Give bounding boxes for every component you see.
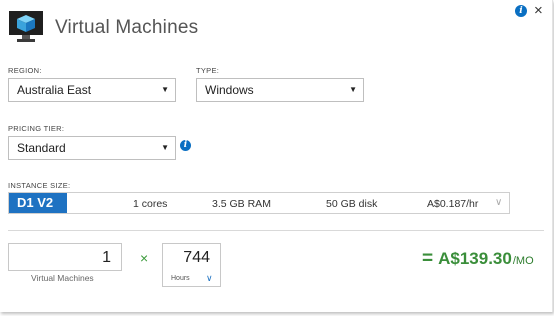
chevron-down-icon: ∨: [495, 197, 503, 208]
vm-count-label: Virtual Machines: [31, 273, 94, 283]
vm-count-input[interactable]: 1: [8, 243, 122, 271]
instance-disk: 50 GB disk: [326, 198, 378, 210]
dropdown-arrow-icon: ▼: [161, 85, 169, 94]
total-unit: /MO: [512, 255, 534, 267]
close-icon[interactable]: ×: [534, 3, 543, 19]
instance-cores: 1 cores: [133, 198, 168, 210]
vm-count-value: 1: [102, 249, 111, 266]
pricing-tier-value: Standard: [17, 141, 66, 155]
dropdown-arrow-icon: ▼: [349, 85, 357, 94]
pricing-tier-label: PRICING TIER:: [8, 124, 65, 133]
instance-name: D1 V2: [9, 193, 67, 213]
type-value: Windows: [205, 83, 254, 97]
instance-size-select[interactable]: D1 V2 1 cores 3.5 GB RAM 50 GB disk A$0.…: [8, 192, 510, 214]
calculator-panel: Virtual Machines i × REGION: Australia E…: [0, 0, 553, 312]
instance-ram: 3.5 GB RAM: [212, 198, 271, 210]
instance-price: A$0.187/hr: [427, 198, 479, 210]
hours-input[interactable]: 744 Hours ∨: [162, 243, 221, 287]
type-select[interactable]: Windows ▼: [196, 78, 364, 102]
pricing-tier-select[interactable]: Standard ▼: [8, 136, 176, 160]
page-title: Virtual Machines: [55, 17, 199, 38]
dropdown-arrow-icon: ▼: [161, 143, 169, 152]
region-label: REGION:: [8, 66, 42, 75]
info-icon[interactable]: i: [515, 5, 527, 17]
hours-dropdown-chevron-icon[interactable]: ∨: [206, 273, 213, 284]
virtual-machine-logo-icon: [9, 11, 43, 42]
region-select[interactable]: Australia East ▼: [8, 78, 176, 102]
hours-value: 744: [183, 249, 210, 266]
instance-size-label: INSTANCE SIZE:: [8, 181, 71, 190]
multiply-sign: ×: [140, 250, 149, 266]
type-label: TYPE:: [196, 66, 220, 75]
monthly-total: = A$139.30/MO: [422, 248, 534, 270]
region-value: Australia East: [17, 83, 92, 97]
total-amount: A$139.30: [438, 249, 512, 268]
divider: [8, 230, 544, 231]
equals-sign: =: [422, 248, 434, 269]
pricing-tier-info-icon[interactable]: i: [180, 140, 191, 151]
hours-label: Hours: [171, 275, 190, 282]
